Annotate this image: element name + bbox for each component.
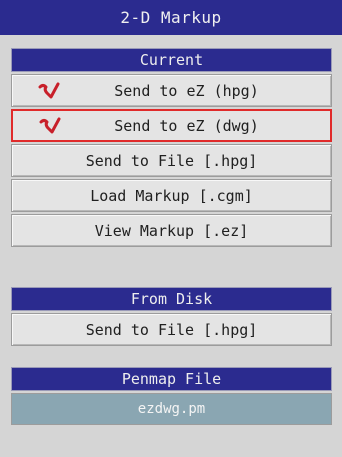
current-section: Current Send to eZ (hpg) Send to eZ (dwg… xyxy=(11,48,332,247)
red-check-icon xyxy=(38,82,60,98)
load-markup-cgm-button[interactable]: Load Markup [.cgm] xyxy=(11,179,332,212)
red-check-icon xyxy=(39,117,61,133)
send-to-file-hpg-button[interactable]: Send to File [.hpg] xyxy=(11,144,332,177)
window-title: 2-D Markup xyxy=(0,0,342,35)
from-disk-section-header: From Disk xyxy=(11,287,332,311)
disk-send-to-file-hpg-button[interactable]: Send to File [.hpg] xyxy=(11,313,332,346)
penmap-section: Penmap File ezdwg.pm xyxy=(11,367,332,425)
penmap-section-header: Penmap File xyxy=(11,367,332,391)
load-markup-cgm-label: Load Markup [.cgm] xyxy=(90,186,253,205)
send-to-ez-hpg-label: Send to eZ (hpg) xyxy=(114,81,259,100)
send-to-ez-dwg-label: Send to eZ (dwg) xyxy=(114,116,259,135)
view-markup-ez-label: View Markup [.ez] xyxy=(94,221,249,240)
markup-panel: 2-D Markup Current Send to eZ (hpg) Send… xyxy=(0,0,342,457)
send-to-file-hpg-label: Send to File [.hpg] xyxy=(85,151,258,170)
penmap-file-field[interactable]: ezdwg.pm xyxy=(11,393,332,425)
disk-send-to-file-hpg-label: Send to File [.hpg] xyxy=(85,320,258,339)
current-section-header: Current xyxy=(11,48,332,72)
send-to-ez-hpg-button[interactable]: Send to eZ (hpg) xyxy=(11,74,332,107)
send-to-ez-dwg-button[interactable]: Send to eZ (dwg) xyxy=(11,109,332,142)
view-markup-ez-button[interactable]: View Markup [.ez] xyxy=(11,214,332,247)
from-disk-section: From Disk Send to File [.hpg] xyxy=(11,287,332,346)
